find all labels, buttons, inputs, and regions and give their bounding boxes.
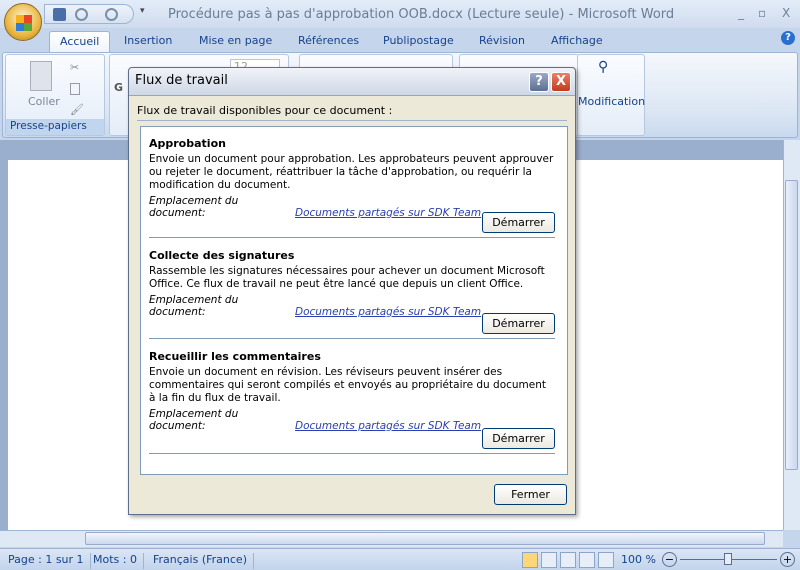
dialog-close-button[interactable]: X bbox=[551, 72, 571, 92]
workflow-name: Approbation bbox=[149, 137, 226, 150]
editing-button[interactable]: Modification bbox=[578, 95, 645, 108]
dialog-title-bar: Flux de travail ? X bbox=[129, 68, 575, 96]
location-link[interactable]: Documents partagés sur SDK Team bbox=[295, 306, 481, 318]
help-icon[interactable]: ? bbox=[781, 31, 795, 45]
editing-group: ⚲ Modification bbox=[577, 54, 645, 136]
ribbon-tabs: Accueil Insertion Mise en page Référence… bbox=[0, 28, 800, 53]
office-button[interactable] bbox=[4, 3, 42, 41]
page-count[interactable]: Page : 1 sur 1 bbox=[2, 553, 91, 569]
workflow-item: Recueillir les commentaires Envoie un do… bbox=[149, 350, 555, 454]
bold-button[interactable]: G bbox=[114, 81, 123, 94]
tab-publipostage[interactable]: Publipostage bbox=[373, 31, 464, 53]
location-label: Emplacement du document: bbox=[149, 294, 239, 318]
vertical-scroll-thumb[interactable] bbox=[785, 180, 798, 470]
full-screen-reading-icon[interactable] bbox=[541, 552, 557, 568]
dialog-help-button[interactable]: ? bbox=[529, 72, 549, 92]
redo-icon[interactable] bbox=[105, 8, 118, 21]
format-painter-icon[interactable]: 🖌 bbox=[70, 103, 84, 116]
paste-icon bbox=[30, 61, 52, 91]
find-binoculars-icon: ⚲ bbox=[598, 59, 609, 75]
workflow-name: Recueillir les commentaires bbox=[149, 350, 321, 363]
zoom-slider-thumb[interactable] bbox=[724, 553, 732, 565]
language[interactable]: Français (France) bbox=[147, 553, 254, 569]
workflow-item: Approbation Envoie un document pour appr… bbox=[149, 137, 555, 238]
window-title: Procédure pas à pas d'approbation OOB.do… bbox=[168, 7, 675, 22]
location-label: Emplacement du document: bbox=[149, 408, 239, 432]
tab-mise-en-page[interactable]: Mise en page bbox=[189, 31, 282, 53]
workflows-label: Flux de travail disponibles pour ce docu… bbox=[137, 104, 393, 117]
copy-icon[interactable] bbox=[70, 83, 80, 95]
clipboard-group-label: Presse-papiers bbox=[6, 119, 104, 135]
close-dialog-button[interactable]: Fermer bbox=[494, 484, 567, 505]
tab-insertion[interactable]: Insertion bbox=[114, 31, 182, 53]
horizontal-scroll-thumb[interactable] bbox=[85, 532, 765, 545]
save-icon[interactable] bbox=[53, 8, 66, 21]
restore-button[interactable]: ▫ bbox=[758, 6, 766, 20]
workflow-description: Envoie un document en révision. Les révi… bbox=[149, 366, 547, 404]
tab-affichage[interactable]: Affichage bbox=[541, 31, 613, 53]
start-button[interactable]: Démarrer bbox=[482, 212, 555, 233]
zoom-in-button[interactable]: + bbox=[780, 552, 795, 567]
print-layout-icon[interactable] bbox=[522, 552, 538, 568]
minimize-button[interactable]: _ bbox=[738, 6, 744, 20]
office-logo-icon bbox=[16, 15, 32, 31]
zoom-level[interactable]: 100 % bbox=[621, 553, 656, 566]
undo-icon[interactable] bbox=[75, 8, 88, 21]
draft-icon[interactable] bbox=[598, 552, 614, 568]
workflow-list: Approbation Envoie un document pour appr… bbox=[140, 126, 568, 475]
close-button[interactable]: X bbox=[782, 6, 790, 20]
paste-button[interactable]: Coller bbox=[28, 95, 60, 108]
zoom-out-button[interactable]: − bbox=[662, 552, 677, 567]
location-link[interactable]: Documents partagés sur SDK Team bbox=[295, 420, 481, 432]
workflow-name: Collecte des signatures bbox=[149, 249, 295, 262]
location-link[interactable]: Documents partagés sur SDK Team bbox=[295, 207, 481, 219]
tab-accueil[interactable]: Accueil bbox=[49, 31, 111, 53]
word-count[interactable]: Mots : 0 bbox=[87, 553, 144, 569]
workflow-item: Collecte des signatures Rassemble les si… bbox=[149, 249, 555, 339]
customize-qat-icon[interactable]: ▾ bbox=[140, 6, 145, 16]
outline-icon[interactable] bbox=[579, 552, 595, 568]
tab-revision[interactable]: Révision bbox=[469, 31, 535, 53]
tab-references[interactable]: Références bbox=[288, 31, 369, 53]
location-label: Emplacement du document: bbox=[149, 195, 239, 219]
status-bar: Page : 1 sur 1 Mots : 0 Français (France… bbox=[0, 548, 800, 570]
divider bbox=[137, 120, 567, 121]
workflow-dialog: Flux de travail ? X Flux de travail disp… bbox=[128, 67, 576, 515]
workflow-description: Rassemble les signatures nécessaires pou… bbox=[149, 265, 545, 290]
workflow-description: Envoie un document pour approbation. Les… bbox=[149, 153, 554, 191]
cut-icon[interactable]: ✂ bbox=[70, 61, 79, 74]
dialog-title: Flux de travail bbox=[135, 73, 228, 88]
clipboard-group: Coller ✂ 🖌 Presse-papiers bbox=[5, 54, 105, 136]
web-layout-icon[interactable] bbox=[560, 552, 576, 568]
start-button[interactable]: Démarrer bbox=[482, 313, 555, 334]
start-button[interactable]: Démarrer bbox=[482, 428, 555, 449]
quick-access-toolbar bbox=[44, 4, 134, 24]
